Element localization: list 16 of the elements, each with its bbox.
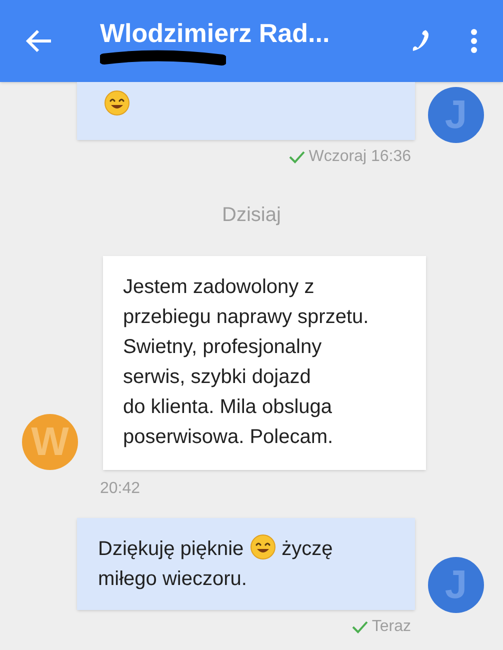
avatar-letter: W — [31, 422, 69, 462]
smiley-emoji-icon — [250, 534, 276, 560]
message-time: 20:42 — [100, 479, 140, 499]
message-text: Dziękuję pięknie — [98, 538, 244, 560]
message-text: życzę — [282, 538, 333, 560]
message-text: Jestem zadowolony z przebiegu naprawy sprzetu. Swietny, profesjonalny serwis, szybki dojazd do klienta. Mila obsluga poserwisowa. Polecam. — [123, 276, 369, 448]
check-icon — [288, 150, 305, 164]
message-text: miłego wieczoru. — [98, 568, 247, 590]
contact-name: Wlodzimierz Rad... — [100, 17, 331, 50]
more-icon — [470, 28, 478, 54]
smiley-emoji-icon — [104, 90, 130, 116]
date-divider: Dzisiaj — [222, 203, 281, 228]
check-icon — [352, 620, 368, 634]
message-time: Wczoraj 16:36 — [308, 147, 411, 167]
back-arrow-icon — [26, 29, 52, 53]
message-time: Teraz — [372, 617, 411, 637]
